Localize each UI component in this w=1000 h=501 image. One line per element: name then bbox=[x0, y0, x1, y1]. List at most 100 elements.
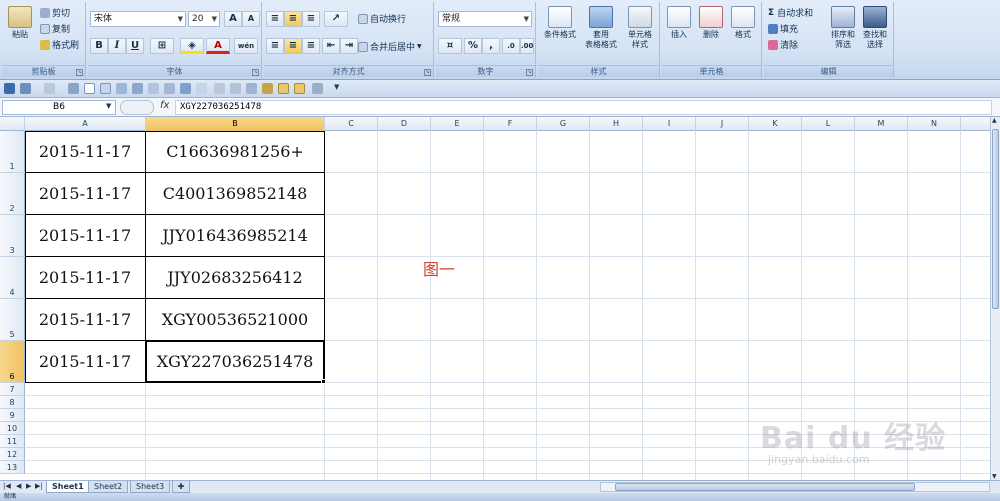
row-header-1[interactable]: 1 bbox=[0, 131, 25, 173]
decrease-decimal-button[interactable]: .00 bbox=[520, 38, 534, 54]
shrink-font-button[interactable]: A bbox=[242, 11, 260, 27]
format-cells-button[interactable]: 格式 bbox=[728, 6, 758, 40]
column-header-c[interactable]: C bbox=[325, 117, 378, 131]
comment-icon[interactable] bbox=[246, 83, 257, 94]
prev-sheet-icon[interactable]: ◀ bbox=[16, 482, 21, 490]
cell-b3[interactable]: JJY016436985214 bbox=[146, 215, 325, 257]
wrap-text-button[interactable]: 自动换行 bbox=[358, 12, 406, 25]
format-painter-button[interactable]: 格式刷 bbox=[40, 38, 79, 51]
fill-color-button[interactable]: ◈ bbox=[180, 38, 204, 54]
row-header-7[interactable]: 7 bbox=[0, 383, 25, 396]
column-header-b[interactable]: B bbox=[146, 117, 325, 131]
select-all-corner[interactable] bbox=[0, 117, 25, 131]
font-name-select[interactable]: 宋体 ▼ bbox=[90, 11, 186, 27]
table-icon[interactable] bbox=[116, 83, 127, 94]
cut-button[interactable]: 剪切 bbox=[40, 6, 70, 19]
align-left-button[interactable]: ≡ bbox=[266, 38, 284, 54]
print-preview-icon[interactable] bbox=[68, 83, 79, 94]
column-header-f[interactable]: F bbox=[484, 117, 537, 131]
phonetic-button[interactable]: wén bbox=[234, 38, 258, 54]
undo-icon[interactable] bbox=[20, 83, 31, 94]
align-bottom-button[interactable]: ≡ bbox=[302, 11, 320, 27]
sheet-tab-3[interactable]: Sheet3 bbox=[130, 481, 171, 493]
horizontal-scrollbar[interactable] bbox=[600, 482, 990, 492]
cell-b5[interactable]: XGY00536521000 bbox=[146, 299, 325, 341]
cell-b1[interactable]: C16636981256+ bbox=[146, 131, 325, 173]
find-icon[interactable] bbox=[278, 83, 289, 94]
cell-a3[interactable]: 2015-11-17 bbox=[25, 215, 146, 257]
cell-b6[interactable]: XGY227036251478 bbox=[146, 341, 325, 383]
formula-cancel-icon[interactable] bbox=[120, 100, 154, 115]
column-header-n[interactable]: N bbox=[908, 117, 961, 131]
row-header-2[interactable]: 2 bbox=[0, 173, 25, 215]
clear-button[interactable]: 清除 bbox=[768, 38, 798, 51]
redo-icon[interactable] bbox=[44, 83, 55, 94]
row-header-3[interactable]: 3 bbox=[0, 215, 25, 257]
underline-button[interactable]: U bbox=[126, 38, 144, 54]
copy-button[interactable]: 复制 bbox=[40, 22, 70, 35]
number-launcher-icon[interactable]: ↘ bbox=[526, 69, 533, 76]
font-size-select[interactable]: 20 ▼ bbox=[188, 11, 220, 27]
conditional-format-button[interactable]: 条件格式 bbox=[540, 6, 580, 40]
column-header-l[interactable]: L bbox=[802, 117, 855, 131]
sheet-tab-2[interactable]: Sheet2 bbox=[88, 481, 129, 493]
form-icon[interactable] bbox=[164, 83, 175, 94]
sheet-tab-1[interactable]: Sheet1 bbox=[46, 481, 90, 493]
align-middle-button[interactable]: ≡ bbox=[284, 11, 302, 27]
align-right-button[interactable]: ≡ bbox=[302, 38, 320, 54]
insert-sheet-icon[interactable]: ✚ bbox=[172, 481, 190, 493]
scroll-thumb[interactable] bbox=[992, 129, 999, 309]
scroll-up-icon[interactable]: ▲ bbox=[992, 117, 997, 124]
first-sheet-icon[interactable]: |◀ bbox=[3, 482, 11, 490]
find-select-button[interactable]: 查找和 选择 bbox=[860, 6, 890, 50]
italic-button[interactable]: I bbox=[108, 38, 126, 54]
column-header-j[interactable]: J bbox=[696, 117, 749, 131]
row-header-5[interactable]: 5 bbox=[0, 299, 25, 341]
currency-button[interactable]: ¤ bbox=[438, 38, 462, 54]
row-header-8[interactable]: 8 bbox=[0, 396, 25, 409]
row-header-4[interactable]: 4 bbox=[0, 257, 25, 299]
hscroll-thumb[interactable] bbox=[615, 483, 915, 491]
merge-center-button[interactable]: 合并后居中 ▼ bbox=[358, 40, 422, 53]
row-header-11[interactable]: 11 bbox=[0, 435, 25, 448]
cell-a5[interactable]: 2015-11-17 bbox=[25, 299, 146, 341]
borders-button[interactable]: ⊞ bbox=[150, 38, 174, 54]
grid-icon[interactable] bbox=[148, 83, 159, 94]
sort-filter-button[interactable]: 排序和 筛选 bbox=[828, 6, 858, 50]
sheet-icon[interactable] bbox=[196, 83, 207, 94]
column-header-d[interactable]: D bbox=[378, 117, 431, 131]
font-launcher-icon[interactable]: ↘ bbox=[252, 69, 259, 76]
row-header-10[interactable]: 10 bbox=[0, 422, 25, 435]
column-header-g[interactable]: G bbox=[537, 117, 590, 131]
delete-button[interactable]: 删除 bbox=[696, 6, 726, 40]
cell-b4[interactable]: JJY02683256412 bbox=[146, 257, 325, 299]
align-top-button[interactable]: ≡ bbox=[266, 11, 284, 27]
row-header-13[interactable]: 13 bbox=[0, 461, 25, 474]
comma-button[interactable]: , bbox=[482, 38, 500, 54]
formula-input[interactable]: XGY227036251478 bbox=[175, 100, 992, 115]
percent-button[interactable]: % bbox=[464, 38, 482, 54]
column-header-e[interactable]: E bbox=[431, 117, 484, 131]
name-box-dropdown-icon[interactable]: ▼ bbox=[106, 102, 111, 110]
font-color-button[interactable]: A bbox=[206, 38, 230, 54]
insert-button[interactable]: 插入 bbox=[664, 6, 694, 40]
refresh-icon[interactable] bbox=[214, 83, 225, 94]
align-center-button[interactable]: ≡ bbox=[284, 38, 302, 54]
row-header-12[interactable]: 12 bbox=[0, 448, 25, 461]
zoom-icon[interactable] bbox=[230, 83, 241, 94]
table-format-button[interactable]: 套用 表格格式 bbox=[582, 6, 620, 50]
grow-font-button[interactable]: A bbox=[224, 11, 242, 27]
copy-icon[interactable] bbox=[100, 83, 111, 94]
cell-a1[interactable]: 2015-11-17 bbox=[25, 131, 146, 173]
new-document-icon[interactable] bbox=[84, 83, 95, 94]
cell-b2[interactable]: C4001369852148 bbox=[146, 173, 325, 215]
column-header-h[interactable]: H bbox=[590, 117, 643, 131]
name-box[interactable]: B6 bbox=[2, 100, 116, 115]
cell-a6[interactable]: 2015-11-17 bbox=[25, 341, 146, 383]
orientation-button[interactable]: ↗ bbox=[324, 11, 348, 27]
bold-button[interactable]: B bbox=[90, 38, 108, 54]
replace-icon[interactable] bbox=[294, 83, 305, 94]
column-header-k[interactable]: K bbox=[749, 117, 802, 131]
decrease-indent-button[interactable]: ⇤ bbox=[322, 38, 340, 54]
scroll-down-icon[interactable]: ▼ bbox=[992, 473, 997, 480]
